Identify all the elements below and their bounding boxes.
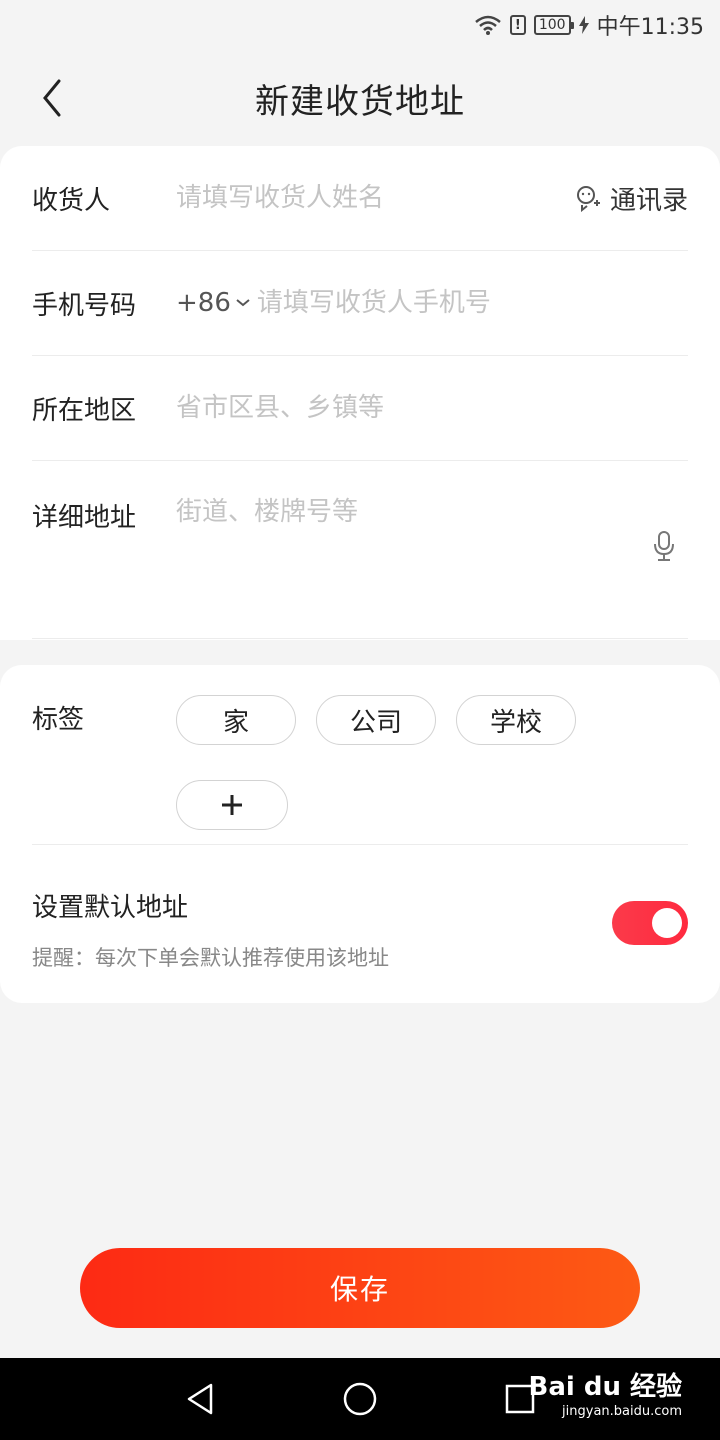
region-input[interactable] (176, 393, 688, 423)
recipient-row: 收货人 通讯录 (32, 146, 688, 251)
default-address-title: 设置默认地址 (32, 893, 189, 923)
wifi-icon (475, 15, 501, 35)
phone-label: 手机号码 (32, 290, 137, 321)
address-row: 详细地址 (32, 461, 688, 639)
default-address-row: 设置默认地址 提醒：每次下单会默认推荐使用该地址 (32, 845, 688, 1003)
region-label: 所在地区 (32, 395, 137, 426)
recipient-input[interactable] (176, 183, 574, 213)
charging-icon (578, 16, 589, 34)
voice-input-button[interactable] (652, 530, 676, 566)
page-header: 新建收货地址 (0, 50, 720, 146)
microphone-icon (654, 531, 674, 561)
country-code-selector[interactable]: +86 (176, 288, 251, 318)
tag-chip-home[interactable]: 家 (176, 695, 296, 745)
back-button[interactable] (28, 74, 76, 122)
default-address-hint: 提醒：每次下单会默认推荐使用该地址 (32, 946, 389, 970)
tag-chip-company[interactable]: 公司 (316, 695, 436, 745)
default-address-toggle[interactable] (612, 901, 688, 945)
sim-alert-icon: ! (509, 15, 526, 35)
phone-input[interactable] (256, 288, 688, 318)
address-input[interactable] (176, 497, 688, 527)
status-bar: ! 100 中午11:35 (0, 0, 720, 50)
nav-home-button[interactable] (330, 1369, 390, 1429)
tags-card: 标签 家 公司 学校 设置默认地址 提醒：每次下单会默认推荐使用该地址 (0, 665, 720, 1003)
battery-indicator: 100 (533, 15, 574, 35)
baidu-jingyan-watermark: Bai du 经验 jingyan.baidu.com (529, 1374, 683, 1419)
recipient-label: 收货人 (32, 185, 111, 216)
plus-icon (222, 794, 242, 815)
phone-row: 手机号码 +86 (32, 251, 688, 356)
tag-chips: 家 公司 学校 (176, 695, 596, 844)
watermark-logo: Bai du 经验 (528, 1372, 683, 1402)
nav-back-button[interactable] (170, 1369, 230, 1429)
contacts-label: 通讯录 (609, 185, 688, 216)
page-title: 新建收货地址 (255, 81, 465, 122)
toggle-knob (652, 908, 682, 938)
save-button[interactable]: 保存 (80, 1248, 640, 1328)
address-label: 详细地址 (32, 503, 137, 533)
circle-home-icon (343, 1382, 377, 1416)
tag-chip-school[interactable]: 学校 (456, 695, 576, 745)
tag-label: 标签 (32, 705, 85, 735)
contacts-button[interactable]: 通讯录 (574, 180, 688, 217)
status-time: 中午11:35 (596, 15, 704, 40)
tag-section: 标签 家 公司 学校 (32, 665, 688, 845)
region-row: 所在地区 (32, 356, 688, 461)
chevron-left-icon (43, 79, 61, 117)
country-code-value: +86 (176, 288, 231, 318)
chevron-down-icon (236, 299, 250, 307)
contact-book-icon (576, 186, 600, 212)
triangle-back-icon (187, 1383, 213, 1415)
address-form: 收货人 通讯录 手机号码 +86 所在地区 详细地址 (0, 146, 720, 640)
add-tag-button[interactable] (176, 779, 288, 830)
watermark-url: jingyan.baidu.com (562, 1404, 682, 1419)
